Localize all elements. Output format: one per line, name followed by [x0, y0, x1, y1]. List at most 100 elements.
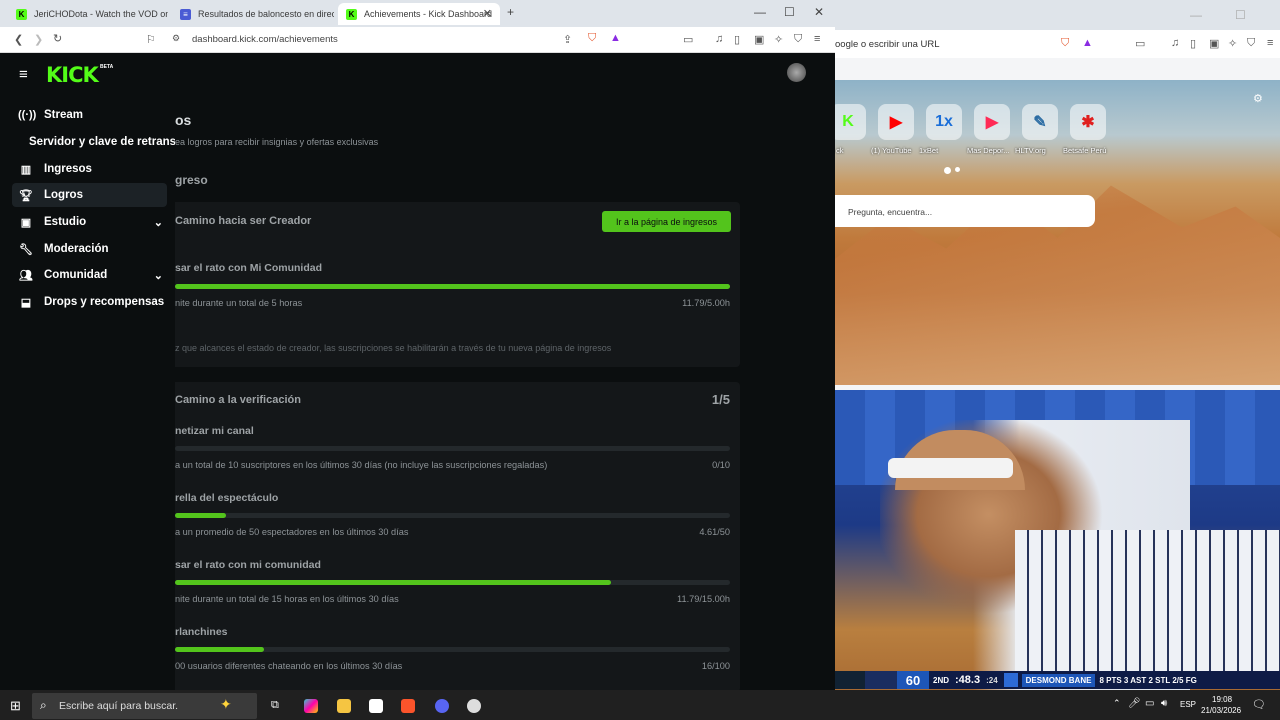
url-input[interactable]: dashboard.kick.com/achievements	[192, 34, 338, 45]
shortcut-tile[interactable]: ✱	[1070, 104, 1106, 140]
chart-icon: ▥	[20, 163, 32, 176]
avatar[interactable]	[787, 63, 806, 82]
brave-shield-icon[interactable]: ⛉	[588, 32, 596, 45]
shortcut-label: ck	[836, 146, 844, 155]
tab-title: JeriCHODota - Watch the VOD on Ki	[34, 9, 168, 19]
task-desc: a un total de 10 suscriptores en los últ…	[175, 460, 548, 470]
reload-icon[interactable]: ↻	[53, 32, 62, 45]
app-icon[interactable]	[467, 699, 481, 713]
maximize-button[interactable]: ☐	[784, 5, 795, 19]
page-subtitle: ea logros para recibir insignias y ofert…	[175, 137, 379, 147]
sidebar-icon[interactable]: ▯	[734, 33, 740, 46]
bookmark-icon[interactable]: ⚐	[146, 33, 156, 46]
hamburger-menu-icon[interactable]: ≡	[19, 66, 28, 83]
community-icon: 👥︎	[19, 269, 33, 282]
sidebar-item-label: Drops y recompensas	[44, 296, 165, 308]
sidebar: ((·)) Stream Servidor y clave de retransm…	[0, 97, 177, 690]
sidebar-item-label: Moderación	[44, 243, 109, 255]
chevron-down-icon[interactable]: ⌄	[154, 269, 163, 282]
progress-bar	[175, 284, 730, 289]
site-info-icon[interactable]: ⚙	[172, 33, 180, 44]
team-shield-icon	[1003, 673, 1018, 687]
close-window-button[interactable]: ✕	[814, 5, 824, 19]
sidebar-item-servidor[interactable]: Servidor y clave de retransm	[12, 130, 177, 154]
clock-date[interactable]: 21/03/2026	[1201, 706, 1241, 715]
chevron-down-icon[interactable]: ⌄	[154, 216, 163, 229]
kick-logo[interactable]: KICK	[46, 63, 99, 87]
sidebar-item-comunidad[interactable]: 👥︎ Comunidad ⌄	[12, 263, 167, 287]
shortcut-tile[interactable]: K	[835, 104, 866, 140]
volume-icon[interactable]: 🔊︎	[1161, 698, 1167, 709]
shortcut-label: HLTV.org	[1015, 146, 1046, 155]
sidebar-item-ingresos[interactable]: ▥ Ingresos	[12, 157, 167, 181]
progress-fill	[175, 580, 612, 585]
windows-start-icon[interactable]: ⊞	[10, 698, 21, 714]
shot-clock: :24	[986, 675, 998, 685]
task-view-icon[interactable]: ⧉	[271, 699, 285, 713]
brave-rewards-icon[interactable]: ▲	[610, 32, 621, 44]
taskbar-search-input[interactable]: ⌕ Escribe aquí para buscar. ✦	[32, 693, 257, 719]
discord-icon[interactable]	[435, 699, 449, 713]
task-desc: a un promedio de 50 espectadores en los …	[175, 527, 409, 537]
media-icon[interactable]: ▭	[683, 33, 693, 46]
language-indicator[interactable]: ESP	[1180, 700, 1196, 709]
kick-favicon-icon: K	[16, 8, 27, 20]
task-value: 4.61/50	[699, 527, 730, 537]
tab-jerichodota[interactable]: K JeriCHODota - Watch the VOD on Ki	[8, 3, 168, 25]
forward-icon[interactable]: ❯	[34, 33, 43, 46]
file-explorer-icon[interactable]	[337, 699, 351, 713]
sidebar-item-drops[interactable]: ⬓ Drops y recompensas	[12, 290, 167, 314]
new-tab-button[interactable]: +	[507, 5, 514, 19]
address-bar: ❮ ❯ ↻ ⚐ ⚙ dashboard.kick.com/achievement…	[0, 27, 835, 53]
section-title: greso	[175, 173, 208, 187]
sidebar-item-moderacion[interactable]: 🔧︎ Moderación	[12, 237, 167, 261]
progress-bar	[175, 647, 730, 652]
shortcut-tile[interactable]: ▶	[878, 104, 914, 140]
shortcut-tile[interactable]: 1x	[926, 104, 962, 140]
minimize-button[interactable]: —	[754, 5, 766, 19]
vpn-icon[interactable]: ⛉	[794, 33, 802, 46]
leo-icon[interactable]: ✧	[774, 33, 783, 46]
music-icon[interactable]: ♫	[715, 33, 723, 45]
brave-icon[interactable]	[401, 699, 415, 713]
share-icon[interactable]: ⇪	[563, 33, 572, 46]
sidebar-item-estudio[interactable]: ▣ Estudio ⌄	[12, 210, 167, 234]
menu-icon[interactable]: ≡	[814, 33, 820, 45]
period: 2ND	[933, 675, 950, 685]
shortcut-label: (1) YouTube	[871, 146, 912, 155]
tab-resultados[interactable]: ≡ Resultados de baloncesto en directo	[172, 3, 334, 25]
copilot-icon[interactable]	[304, 699, 318, 713]
back-icon[interactable]: ❮	[14, 33, 23, 46]
network-icon[interactable]: ▭	[1145, 698, 1154, 709]
page-title: os	[175, 112, 192, 128]
close-tab-icon[interactable]: ✕	[483, 7, 492, 20]
kick-browser-window: K JeriCHODota - Watch the VOD on Ki ≡ Re…	[0, 0, 835, 690]
creator-note: z que alcances el estado de creador, las…	[175, 343, 612, 353]
wallet-icon[interactable]: ▣	[754, 33, 764, 46]
achievements-main: os ea logros para recibir insignias y of…	[175, 97, 835, 690]
kick-favicon-icon: K	[346, 8, 357, 20]
sidebar-item-logros[interactable]: 🏆︎ Logros	[12, 183, 167, 207]
search-icon: ⌕	[40, 698, 47, 712]
shortcut-tile[interactable]: ✎	[1022, 104, 1058, 140]
notifications-icon[interactable]: 🗨︎	[1252, 698, 1266, 711]
ingresos-page-button[interactable]: Ir a la página de ingresos	[602, 211, 731, 232]
wrench-icon: 🔧︎	[19, 243, 33, 256]
store-icon[interactable]	[369, 699, 383, 713]
sidebar-item-stream[interactable]: ((·)) Stream	[12, 103, 167, 127]
tab-title: Resultados de baloncesto en directo	[198, 9, 334, 19]
progress-bar	[175, 446, 730, 451]
scoreboard: 60 2ND :48.3 :24 DESMOND BANE 8 PTS 3 AS…	[835, 671, 1280, 689]
task-desc: 00 usuarios diferentes chateando en los …	[175, 661, 403, 671]
shortcut-tile[interactable]: ▶	[974, 104, 1010, 140]
task-value: 11.79/5.00h	[682, 298, 730, 308]
card-title: Camino a la verificación	[175, 394, 301, 406]
mic-icon[interactable]: 🎤︎	[1128, 698, 1141, 709]
shortcut-label: Betsafe Perú	[1063, 146, 1107, 155]
search-input[interactable]: Pregunta, encuentra...	[835, 195, 1095, 227]
clock-time[interactable]: 19:08	[1212, 695, 1232, 704]
stream-icon: ((·))	[18, 109, 37, 121]
tray-chevron-icon[interactable]: ⌃	[1113, 698, 1121, 709]
player-name: DESMOND BANE	[1021, 673, 1096, 687]
tab-achievements[interactable]: K Achievements - Kick Dashboard ✕	[338, 3, 500, 25]
